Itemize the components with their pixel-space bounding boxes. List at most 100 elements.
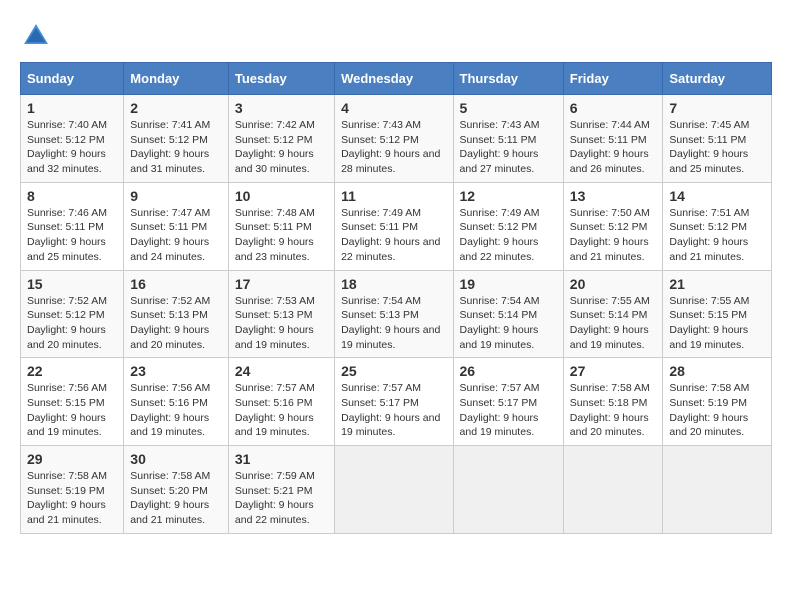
day-info: Sunrise: 7:57 AM Sunset: 5:16 PM Dayligh… [235,381,328,440]
day-info: Sunrise: 7:42 AM Sunset: 5:12 PM Dayligh… [235,118,328,177]
calendar-cell [453,446,563,534]
day-number: 4 [341,100,446,116]
calendar-cell: 26 Sunrise: 7:57 AM Sunset: 5:17 PM Dayl… [453,358,563,446]
day-info: Sunrise: 7:55 AM Sunset: 5:15 PM Dayligh… [669,294,765,353]
header-sunday: Sunday [21,63,124,95]
page-header [20,20,772,52]
day-info: Sunrise: 7:54 AM Sunset: 5:14 PM Dayligh… [460,294,557,353]
day-number: 26 [460,363,557,379]
calendar-cell: 20 Sunrise: 7:55 AM Sunset: 5:14 PM Dayl… [563,270,663,358]
day-info: Sunrise: 7:52 AM Sunset: 5:13 PM Dayligh… [130,294,222,353]
day-number: 6 [570,100,657,116]
calendar-cell [335,446,453,534]
day-number: 21 [669,276,765,292]
day-info: Sunrise: 7:57 AM Sunset: 5:17 PM Dayligh… [460,381,557,440]
day-info: Sunrise: 7:58 AM Sunset: 5:18 PM Dayligh… [570,381,657,440]
calendar-cell: 2 Sunrise: 7:41 AM Sunset: 5:12 PM Dayli… [124,95,229,183]
day-number: 9 [130,188,222,204]
calendar-cell: 17 Sunrise: 7:53 AM Sunset: 5:13 PM Dayl… [228,270,334,358]
day-number: 10 [235,188,328,204]
logo-icon [20,20,52,52]
calendar-cell: 7 Sunrise: 7:45 AM Sunset: 5:11 PM Dayli… [663,95,772,183]
day-number: 31 [235,451,328,467]
calendar-cell: 1 Sunrise: 7:40 AM Sunset: 5:12 PM Dayli… [21,95,124,183]
calendar-cell: 5 Sunrise: 7:43 AM Sunset: 5:11 PM Dayli… [453,95,563,183]
calendar-cell: 16 Sunrise: 7:52 AM Sunset: 5:13 PM Dayl… [124,270,229,358]
day-number: 30 [130,451,222,467]
calendar-cell: 15 Sunrise: 7:52 AM Sunset: 5:12 PM Dayl… [21,270,124,358]
calendar-cell: 18 Sunrise: 7:54 AM Sunset: 5:13 PM Dayl… [335,270,453,358]
header-tuesday: Tuesday [228,63,334,95]
day-info: Sunrise: 7:51 AM Sunset: 5:12 PM Dayligh… [669,206,765,265]
day-info: Sunrise: 7:49 AM Sunset: 5:11 PM Dayligh… [341,206,446,265]
day-info: Sunrise: 7:48 AM Sunset: 5:11 PM Dayligh… [235,206,328,265]
calendar-cell: 4 Sunrise: 7:43 AM Sunset: 5:12 PM Dayli… [335,95,453,183]
calendar-cell: 12 Sunrise: 7:49 AM Sunset: 5:12 PM Dayl… [453,182,563,270]
day-number: 11 [341,188,446,204]
day-number: 13 [570,188,657,204]
header-monday: Monday [124,63,229,95]
day-info: Sunrise: 7:45 AM Sunset: 5:11 PM Dayligh… [669,118,765,177]
calendar-cell: 24 Sunrise: 7:57 AM Sunset: 5:16 PM Dayl… [228,358,334,446]
day-number: 25 [341,363,446,379]
day-info: Sunrise: 7:58 AM Sunset: 5:19 PM Dayligh… [669,381,765,440]
calendar-cell: 23 Sunrise: 7:56 AM Sunset: 5:16 PM Dayl… [124,358,229,446]
day-info: Sunrise: 7:58 AM Sunset: 5:19 PM Dayligh… [27,469,117,528]
day-info: Sunrise: 7:43 AM Sunset: 5:12 PM Dayligh… [341,118,446,177]
day-number: 24 [235,363,328,379]
calendar-cell: 14 Sunrise: 7:51 AM Sunset: 5:12 PM Dayl… [663,182,772,270]
calendar-cell: 22 Sunrise: 7:56 AM Sunset: 5:15 PM Dayl… [21,358,124,446]
calendar-cell: 29 Sunrise: 7:58 AM Sunset: 5:19 PM Dayl… [21,446,124,534]
day-number: 20 [570,276,657,292]
day-number: 27 [570,363,657,379]
header-thursday: Thursday [453,63,563,95]
calendar-cell: 27 Sunrise: 7:58 AM Sunset: 5:18 PM Dayl… [563,358,663,446]
header-saturday: Saturday [663,63,772,95]
day-number: 7 [669,100,765,116]
calendar-cell: 19 Sunrise: 7:54 AM Sunset: 5:14 PM Dayl… [453,270,563,358]
calendar-cell [563,446,663,534]
day-number: 12 [460,188,557,204]
day-number: 28 [669,363,765,379]
day-info: Sunrise: 7:56 AM Sunset: 5:15 PM Dayligh… [27,381,117,440]
day-info: Sunrise: 7:43 AM Sunset: 5:11 PM Dayligh… [460,118,557,177]
day-info: Sunrise: 7:50 AM Sunset: 5:12 PM Dayligh… [570,206,657,265]
day-info: Sunrise: 7:57 AM Sunset: 5:17 PM Dayligh… [341,381,446,440]
calendar-header-row: Sunday Monday Tuesday Wednesday Thursday… [21,63,772,95]
calendar-cell [663,446,772,534]
calendar-cell: 3 Sunrise: 7:42 AM Sunset: 5:12 PM Dayli… [228,95,334,183]
day-number: 1 [27,100,117,116]
day-info: Sunrise: 7:56 AM Sunset: 5:16 PM Dayligh… [130,381,222,440]
header-wednesday: Wednesday [335,63,453,95]
calendar-table: Sunday Monday Tuesday Wednesday Thursday… [20,62,772,534]
calendar-cell: 28 Sunrise: 7:58 AM Sunset: 5:19 PM Dayl… [663,358,772,446]
calendar-cell: 30 Sunrise: 7:58 AM Sunset: 5:20 PM Dayl… [124,446,229,534]
logo [20,20,58,52]
day-info: Sunrise: 7:46 AM Sunset: 5:11 PM Dayligh… [27,206,117,265]
day-info: Sunrise: 7:53 AM Sunset: 5:13 PM Dayligh… [235,294,328,353]
day-info: Sunrise: 7:55 AM Sunset: 5:14 PM Dayligh… [570,294,657,353]
calendar-cell: 6 Sunrise: 7:44 AM Sunset: 5:11 PM Dayli… [563,95,663,183]
day-number: 3 [235,100,328,116]
day-number: 17 [235,276,328,292]
day-info: Sunrise: 7:59 AM Sunset: 5:21 PM Dayligh… [235,469,328,528]
day-number: 8 [27,188,117,204]
calendar-cell: 31 Sunrise: 7:59 AM Sunset: 5:21 PM Dayl… [228,446,334,534]
day-number: 16 [130,276,222,292]
header-friday: Friday [563,63,663,95]
calendar-cell: 25 Sunrise: 7:57 AM Sunset: 5:17 PM Dayl… [335,358,453,446]
calendar-cell: 9 Sunrise: 7:47 AM Sunset: 5:11 PM Dayli… [124,182,229,270]
day-info: Sunrise: 7:47 AM Sunset: 5:11 PM Dayligh… [130,206,222,265]
day-info: Sunrise: 7:49 AM Sunset: 5:12 PM Dayligh… [460,206,557,265]
calendar-cell: 8 Sunrise: 7:46 AM Sunset: 5:11 PM Dayli… [21,182,124,270]
day-info: Sunrise: 7:58 AM Sunset: 5:20 PM Dayligh… [130,469,222,528]
calendar-cell: 21 Sunrise: 7:55 AM Sunset: 5:15 PM Dayl… [663,270,772,358]
day-number: 2 [130,100,222,116]
day-number: 5 [460,100,557,116]
day-info: Sunrise: 7:52 AM Sunset: 5:12 PM Dayligh… [27,294,117,353]
day-number: 22 [27,363,117,379]
calendar-cell: 13 Sunrise: 7:50 AM Sunset: 5:12 PM Dayl… [563,182,663,270]
day-number: 15 [27,276,117,292]
day-number: 18 [341,276,446,292]
day-number: 14 [669,188,765,204]
